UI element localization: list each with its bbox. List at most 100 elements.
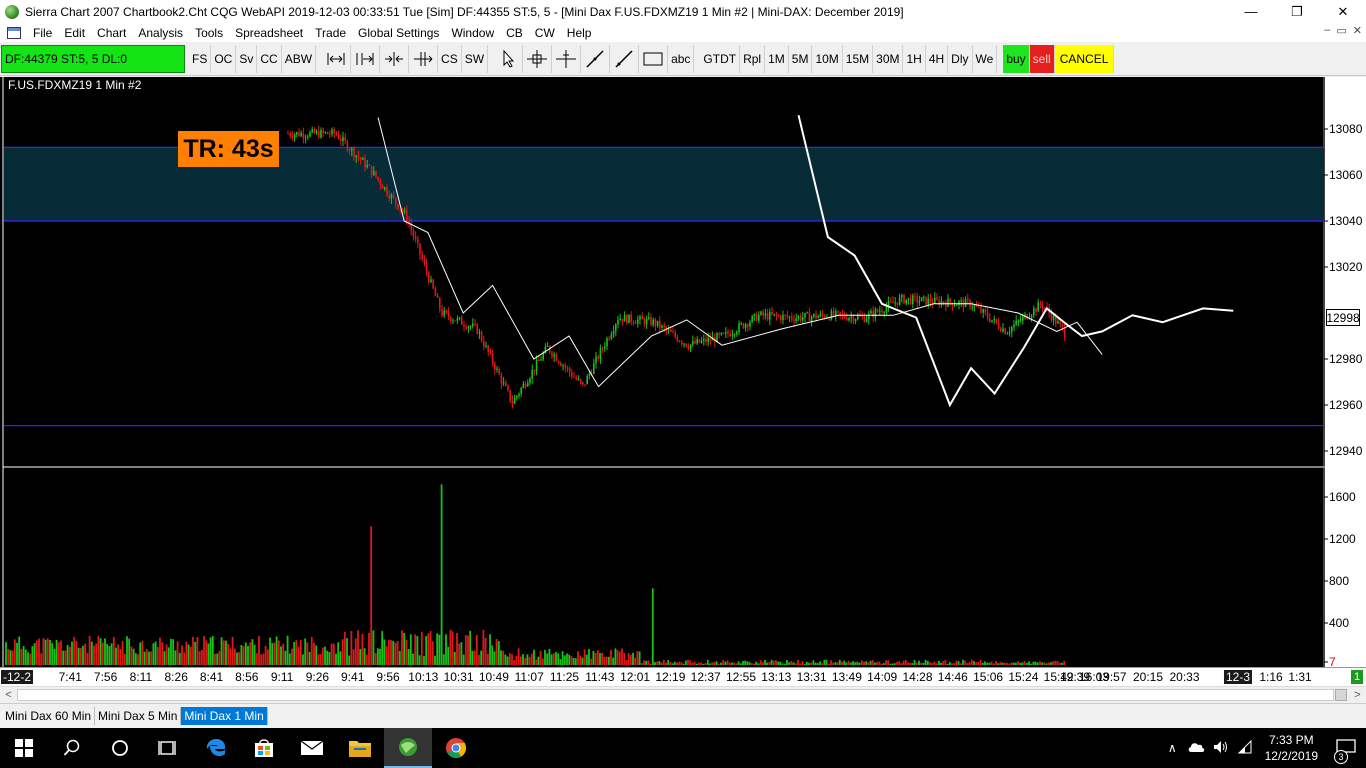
scroll-right-arrow-icon[interactable]: > (1349, 687, 1366, 704)
system-clock[interactable]: 7:33 PM 12/2/2019 (1265, 732, 1318, 764)
candle-body (392, 194, 395, 198)
scroll-left-arrow-icon[interactable]: < (0, 687, 17, 704)
candle-body (1022, 316, 1024, 321)
tab-mini-dax-60-min[interactable]: Mini Dax 60 Min (2, 707, 96, 725)
cs-button[interactable]: CS (438, 44, 462, 73)
candle-body (595, 356, 597, 364)
timeframe-15m-button[interactable]: 15M (843, 44, 874, 73)
menu-analysis[interactable]: Analysis (132, 26, 189, 40)
network-icon[interactable] (1237, 739, 1253, 757)
timeframe-weekly-button[interactable]: We (973, 44, 998, 73)
sell-button[interactable]: sell (1029, 44, 1055, 73)
menu-chart[interactable]: Chart (91, 26, 132, 40)
candle-body (920, 297, 923, 302)
oc-button[interactable]: OC (211, 44, 237, 73)
store-icon[interactable] (240, 728, 288, 768)
menu-cw[interactable]: CW (529, 26, 561, 40)
menu-file[interactable]: File (27, 26, 58, 40)
candle-body (542, 353, 544, 360)
horizontal-scrollbar[interactable]: < > (0, 686, 1366, 703)
timeframe-1h-button[interactable]: 1H (903, 44, 926, 73)
show-hidden-icons-icon[interactable]: ∧ (1168, 741, 1177, 755)
edge-icon[interactable] (192, 728, 240, 768)
cortana-icon[interactable] (96, 728, 144, 768)
fs-button[interactable]: FS (189, 44, 212, 73)
chart-document-icon[interactable] (7, 26, 21, 39)
connection-status-box[interactable]: DF:44379 ST:5, 5 DL:0 (1, 44, 185, 73)
timeframe-1m-button[interactable]: 1M (765, 44, 789, 73)
cursor-icon[interactable] (494, 44, 524, 73)
candle-body (731, 334, 734, 337)
menu-cb[interactable]: CB (500, 26, 529, 40)
menu-spreadsheet[interactable]: Spreadsheet (229, 26, 309, 40)
timeframe-5m-button[interactable]: 5M (789, 44, 813, 73)
action-center-icon[interactable] (1326, 728, 1366, 768)
scrollbar-thumb[interactable] (1335, 689, 1347, 701)
mdi-minimize-button[interactable]: – (1324, 24, 1330, 37)
ray-icon[interactable] (610, 44, 640, 73)
timeframe-30m-button[interactable]: 30M (873, 44, 904, 73)
line-icon[interactable] (581, 44, 611, 73)
scale-fit-icon[interactable] (351, 44, 381, 73)
windows-start-icon[interactable] (0, 728, 48, 768)
sierra-chart-icon[interactable] (384, 728, 432, 768)
timeframe-4h-button[interactable]: 4H (926, 44, 949, 73)
rectangle-icon[interactable] (639, 44, 669, 73)
crosshair-icon[interactable] (523, 44, 553, 73)
replay-button[interactable]: Rpl (740, 44, 766, 73)
scale-expand-icon[interactable] (322, 44, 352, 73)
scrollbar-track[interactable] (17, 689, 1334, 701)
volume-bar (654, 662, 656, 665)
volume-bar (156, 647, 159, 665)
menu-global-settings[interactable]: Global Settings (352, 26, 445, 40)
candle-body (890, 301, 892, 303)
volume-bar (968, 662, 971, 665)
volume-bar (1032, 661, 1035, 665)
minimize-window-button[interactable]: — (1228, 0, 1274, 23)
task-view-icon[interactable] (144, 728, 192, 768)
menu-window[interactable]: Window (445, 26, 500, 40)
timeframe-daily-button[interactable]: Dly (948, 44, 973, 73)
scale-contract-icon[interactable] (380, 44, 410, 73)
volume-bar (698, 662, 700, 665)
cc-button[interactable]: CC (257, 44, 282, 73)
chrome-icon[interactable] (432, 728, 480, 768)
close-window-button[interactable]: ✕ (1320, 0, 1366, 23)
candle-body (973, 305, 976, 307)
timeframe-10m-button[interactable]: 10M (812, 44, 843, 73)
mdi-close-button[interactable]: ✕ (1353, 24, 1362, 37)
search-icon[interactable] (48, 728, 96, 768)
tab-mini-dax-1-min[interactable]: Mini Dax 1 Min (181, 707, 268, 725)
mdi-restore-button[interactable]: ▭ (1336, 24, 1346, 37)
cross-icon[interactable] (552, 44, 582, 73)
time-tick-label: 12-3 (1223, 670, 1253, 684)
candle-body (1041, 305, 1044, 308)
sv-button[interactable]: Sv (236, 44, 258, 73)
sw-button[interactable]: SW (462, 44, 489, 73)
volume-bar (299, 640, 302, 665)
menu-tools[interactable]: Tools (189, 26, 229, 40)
volume-icon[interactable] (1213, 740, 1229, 757)
abw-button[interactable]: ABW (282, 44, 317, 73)
menu-help[interactable]: Help (561, 26, 598, 40)
chart-panel[interactable]: 13080 13060 13040 13020 12980 12960 12940 1600 1… (0, 77, 1366, 687)
volume-bar (682, 663, 685, 665)
menu-trade[interactable]: Trade (309, 26, 352, 40)
volume-bar (946, 663, 949, 665)
scale-shift-icon[interactable] (409, 44, 439, 73)
file-explorer-icon[interactable] (336, 728, 384, 768)
cancel-orders-button[interactable]: CANCEL (1054, 44, 1115, 73)
menu-edit[interactable]: Edit (58, 26, 91, 40)
gtdt-button[interactable]: GTDT (700, 44, 741, 73)
restore-window-button[interactable]: ❐ (1274, 0, 1320, 23)
text-tool-button[interactable]: abc (668, 44, 695, 73)
volume-bar (535, 659, 538, 665)
tab-mini-dax-5-min[interactable]: Mini Dax 5 Min (95, 707, 182, 725)
onedrive-cloud-icon[interactable] (1187, 741, 1205, 756)
volume-bar (845, 662, 848, 665)
buy-button[interactable]: buy (1003, 44, 1030, 73)
candle-body (575, 377, 577, 380)
mail-icon[interactable] (288, 728, 336, 768)
volume-bar (418, 655, 421, 665)
time-axis[interactable]: -12-2 7:41 7:56 8:11 8:26 8:41 8:56 9:11 9:26 9:4… (0, 667, 1366, 686)
